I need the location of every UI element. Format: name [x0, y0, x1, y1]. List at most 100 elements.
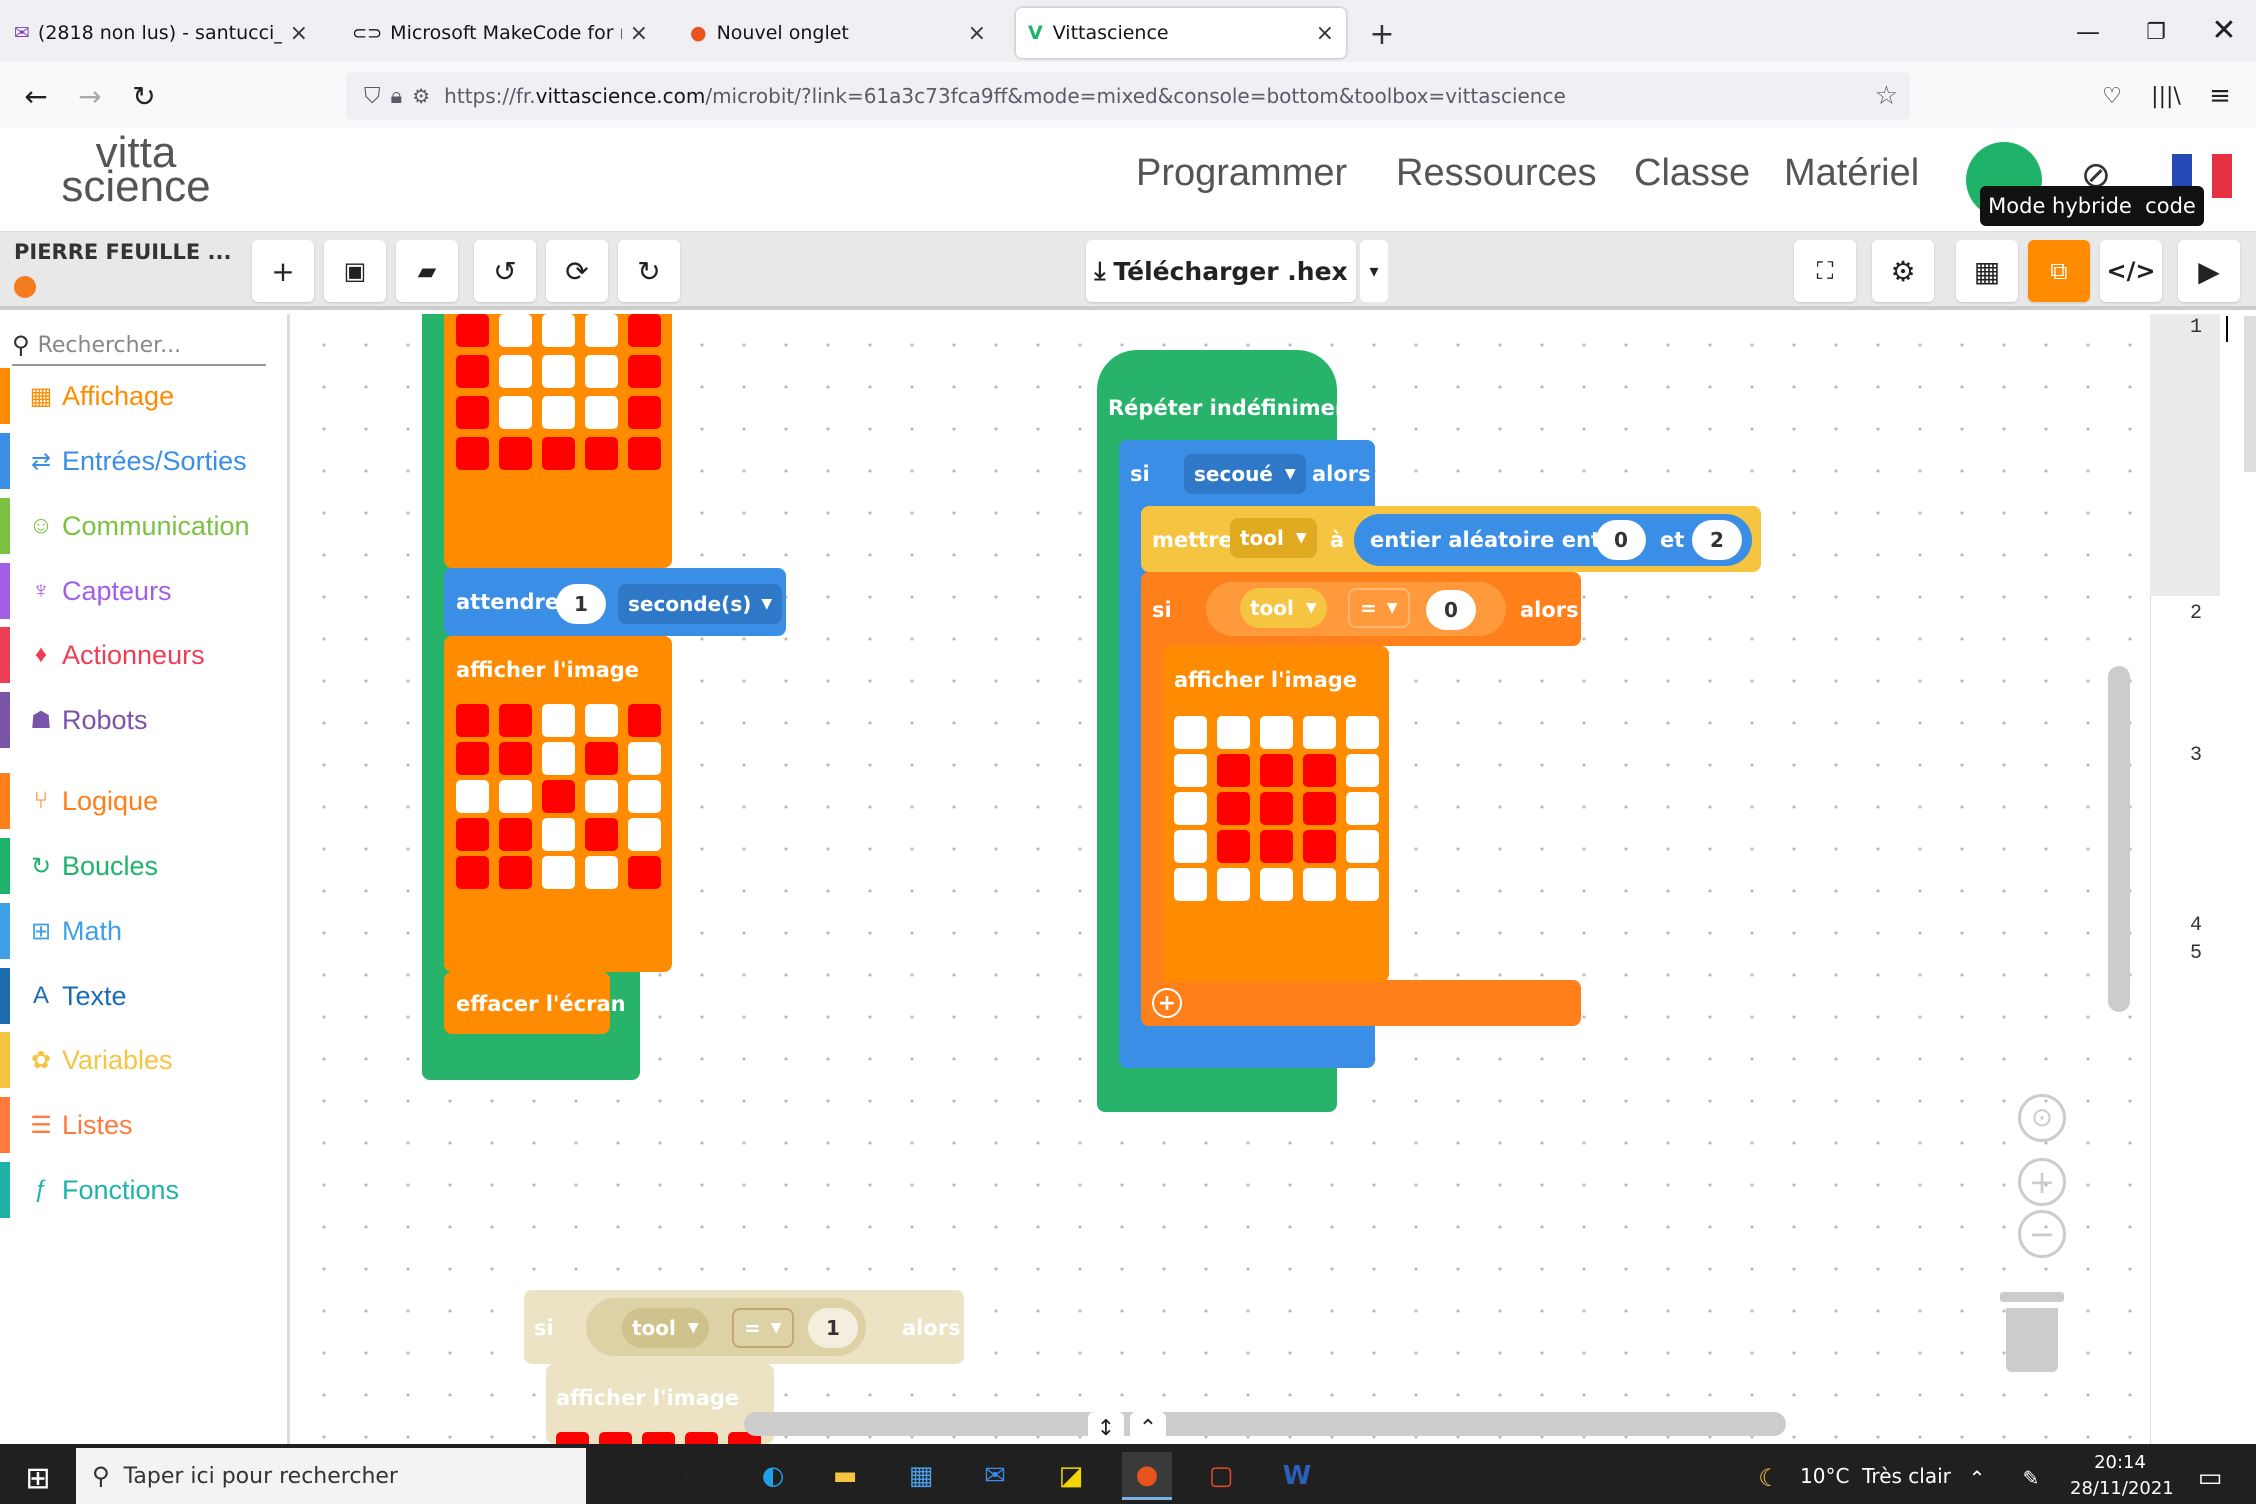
notifications-icon[interactable]: ▭ [2190, 1458, 2230, 1498]
led-on[interactable] [456, 396, 489, 429]
led-on[interactable] [585, 742, 618, 775]
led-off[interactable] [1174, 868, 1207, 901]
toolbox-category-fonctions[interactable]: ƒ Fonctions [0, 1162, 290, 1218]
task-view-icon[interactable]: ⧉ [670, 1452, 720, 1500]
tool-variable-dropdown[interactable]: tool ▼ [1240, 588, 1327, 628]
toolbox-category-math[interactable]: ⊞ Math [0, 903, 290, 959]
toolbox-category-communication[interactable]: ☺ Communication [0, 498, 290, 554]
word-icon[interactable]: W [1272, 1452, 1322, 1500]
download-options-chevron-down-icon[interactable]: ▾ [1360, 240, 1388, 302]
browser-tab-mail[interactable]: ✉ (2818 non lus) - santucci_steph × [2, 8, 320, 58]
led-off[interactable] [628, 780, 661, 813]
disabled-operator-dropdown[interactable]: = ▼ [732, 1308, 794, 1348]
toolbox-category-listes[interactable]: ☰ Listes [0, 1097, 290, 1153]
random-max-input[interactable]: 2 [1692, 520, 1742, 560]
led-on[interactable] [628, 314, 661, 347]
led-off[interactable] [1174, 716, 1207, 749]
led-off[interactable] [542, 355, 575, 388]
close-window-icon[interactable]: ✕ [2204, 10, 2244, 50]
led-on[interactable] [456, 314, 489, 347]
redo-button[interactable]: ↻ [618, 240, 680, 302]
led-off[interactable] [1217, 716, 1250, 749]
led-off[interactable] [585, 856, 618, 889]
resize-console-icon[interactable]: ↕ [1088, 1412, 1124, 1444]
led-on[interactable] [456, 355, 489, 388]
wait-unit-dropdown[interactable]: seconde(s) ▼ [618, 584, 783, 624]
led-on[interactable] [585, 818, 618, 851]
toolbox-category-texte[interactable]: A Texte [0, 968, 290, 1024]
led-off[interactable] [1303, 716, 1336, 749]
save-button[interactable]: ▣ [324, 240, 386, 302]
store-icon[interactable]: ▦ [896, 1452, 946, 1500]
set-variable-dropdown[interactable]: tool ▼ [1230, 518, 1317, 558]
led-on[interactable] [628, 437, 661, 470]
close-tab-icon[interactable]: × [968, 21, 986, 46]
download-hex-button[interactable]: ⤓ Télécharger .hex [1086, 240, 1356, 302]
led-off[interactable] [456, 780, 489, 813]
led-off[interactable] [628, 742, 661, 775]
toolbox-category-capteurs[interactable]: ♆ Capteurs [0, 563, 290, 619]
browser-tab-vittascience[interactable]: V Vittascience × [1016, 8, 1346, 58]
led-on[interactable] [499, 704, 532, 737]
workspace-vertical-scrollbar[interactable] [2108, 666, 2130, 1012]
chevron-up-icon[interactable]: ⌃ [1130, 1412, 1166, 1444]
browser-tab-makecode[interactable]: ⊂⊃ Microsoft MakeCode for micro: × [340, 8, 660, 58]
led-off[interactable] [1217, 868, 1250, 901]
led-on[interactable] [1260, 754, 1293, 787]
toolbox-category-affichage[interactable]: ▦ Affichage [0, 368, 290, 424]
led-on[interactable] [1260, 830, 1293, 863]
zoom-out-icon[interactable]: − [2018, 1210, 2066, 1258]
windows-start-icon[interactable]: ⊞ [18, 1458, 58, 1498]
led-off[interactable] [542, 396, 575, 429]
pen-icon[interactable]: ✎ [2016, 1460, 2046, 1496]
toolbox-category-robots[interactable]: ☗ Robots [0, 692, 290, 748]
led-on[interactable] [456, 818, 489, 851]
led-grid-main[interactable] [1174, 716, 1379, 901]
led-off[interactable] [542, 856, 575, 889]
wait-value-input[interactable]: 1 [556, 584, 606, 624]
led-on[interactable] [585, 437, 618, 470]
led-on[interactable] [542, 437, 575, 470]
led-on[interactable] [628, 856, 661, 889]
taskbar-search[interactable]: ⚲ Taper ici pour rechercher [76, 1448, 586, 1504]
led-off[interactable] [499, 355, 532, 388]
recenter-icon[interactable]: ⊙ [2018, 1094, 2066, 1142]
add-else-plus-icon[interactable]: + [1152, 988, 1182, 1018]
led-off[interactable] [1303, 868, 1336, 901]
firefox-taskbar-icon[interactable]: ● [1122, 1452, 1172, 1500]
gesture-dropdown[interactable]: secoué ▼ [1184, 454, 1306, 494]
led-off[interactable] [1346, 716, 1379, 749]
led-off[interactable] [542, 742, 575, 775]
nav-ressources[interactable]: Ressources [1396, 152, 1597, 195]
bookmark-star-icon[interactable]: ☆ [1875, 81, 1898, 111]
hybrid-mode-button[interactable]: ⧉ [2028, 240, 2090, 302]
toolbox-search[interactable]: ⚲ Rechercher... [12, 326, 266, 366]
led-off[interactable] [1346, 830, 1379, 863]
led-off[interactable] [499, 314, 532, 347]
led-on[interactable] [1217, 792, 1250, 825]
led-grid-top[interactable] [456, 314, 661, 470]
toolbox-category-variables[interactable]: ✿ Variables [0, 1032, 290, 1088]
reload-icon[interactable]: ↻ [124, 76, 164, 116]
led-on[interactable] [1260, 792, 1293, 825]
led-off[interactable] [585, 355, 618, 388]
mail-app-icon[interactable]: ✉ [970, 1452, 1020, 1500]
led-on[interactable] [456, 704, 489, 737]
led-off[interactable] [628, 818, 661, 851]
led-off[interactable] [1174, 792, 1207, 825]
minimize-icon[interactable]: — [2068, 12, 2108, 52]
led-off[interactable] [1346, 754, 1379, 787]
led-off[interactable] [499, 396, 532, 429]
undo-button[interactable]: ↺ [474, 240, 536, 302]
browser-tab-new[interactable]: ● Nouvel onglet × [678, 8, 998, 58]
toolbox-category-actionneurs[interactable]: ♦ Actionneurs [0, 627, 290, 683]
led-on[interactable] [1303, 830, 1336, 863]
nav-programmer[interactable]: Programmer [1136, 152, 1347, 195]
close-tab-icon[interactable]: × [1316, 21, 1334, 46]
restore-icon[interactable]: ❐ [2136, 12, 2176, 52]
led-off[interactable] [499, 780, 532, 813]
led-on[interactable] [499, 818, 532, 851]
project-name[interactable]: PIERRE FEUILLE ... [14, 240, 231, 264]
led-off[interactable] [1174, 830, 1207, 863]
trash-icon[interactable] [2000, 1292, 2064, 1376]
